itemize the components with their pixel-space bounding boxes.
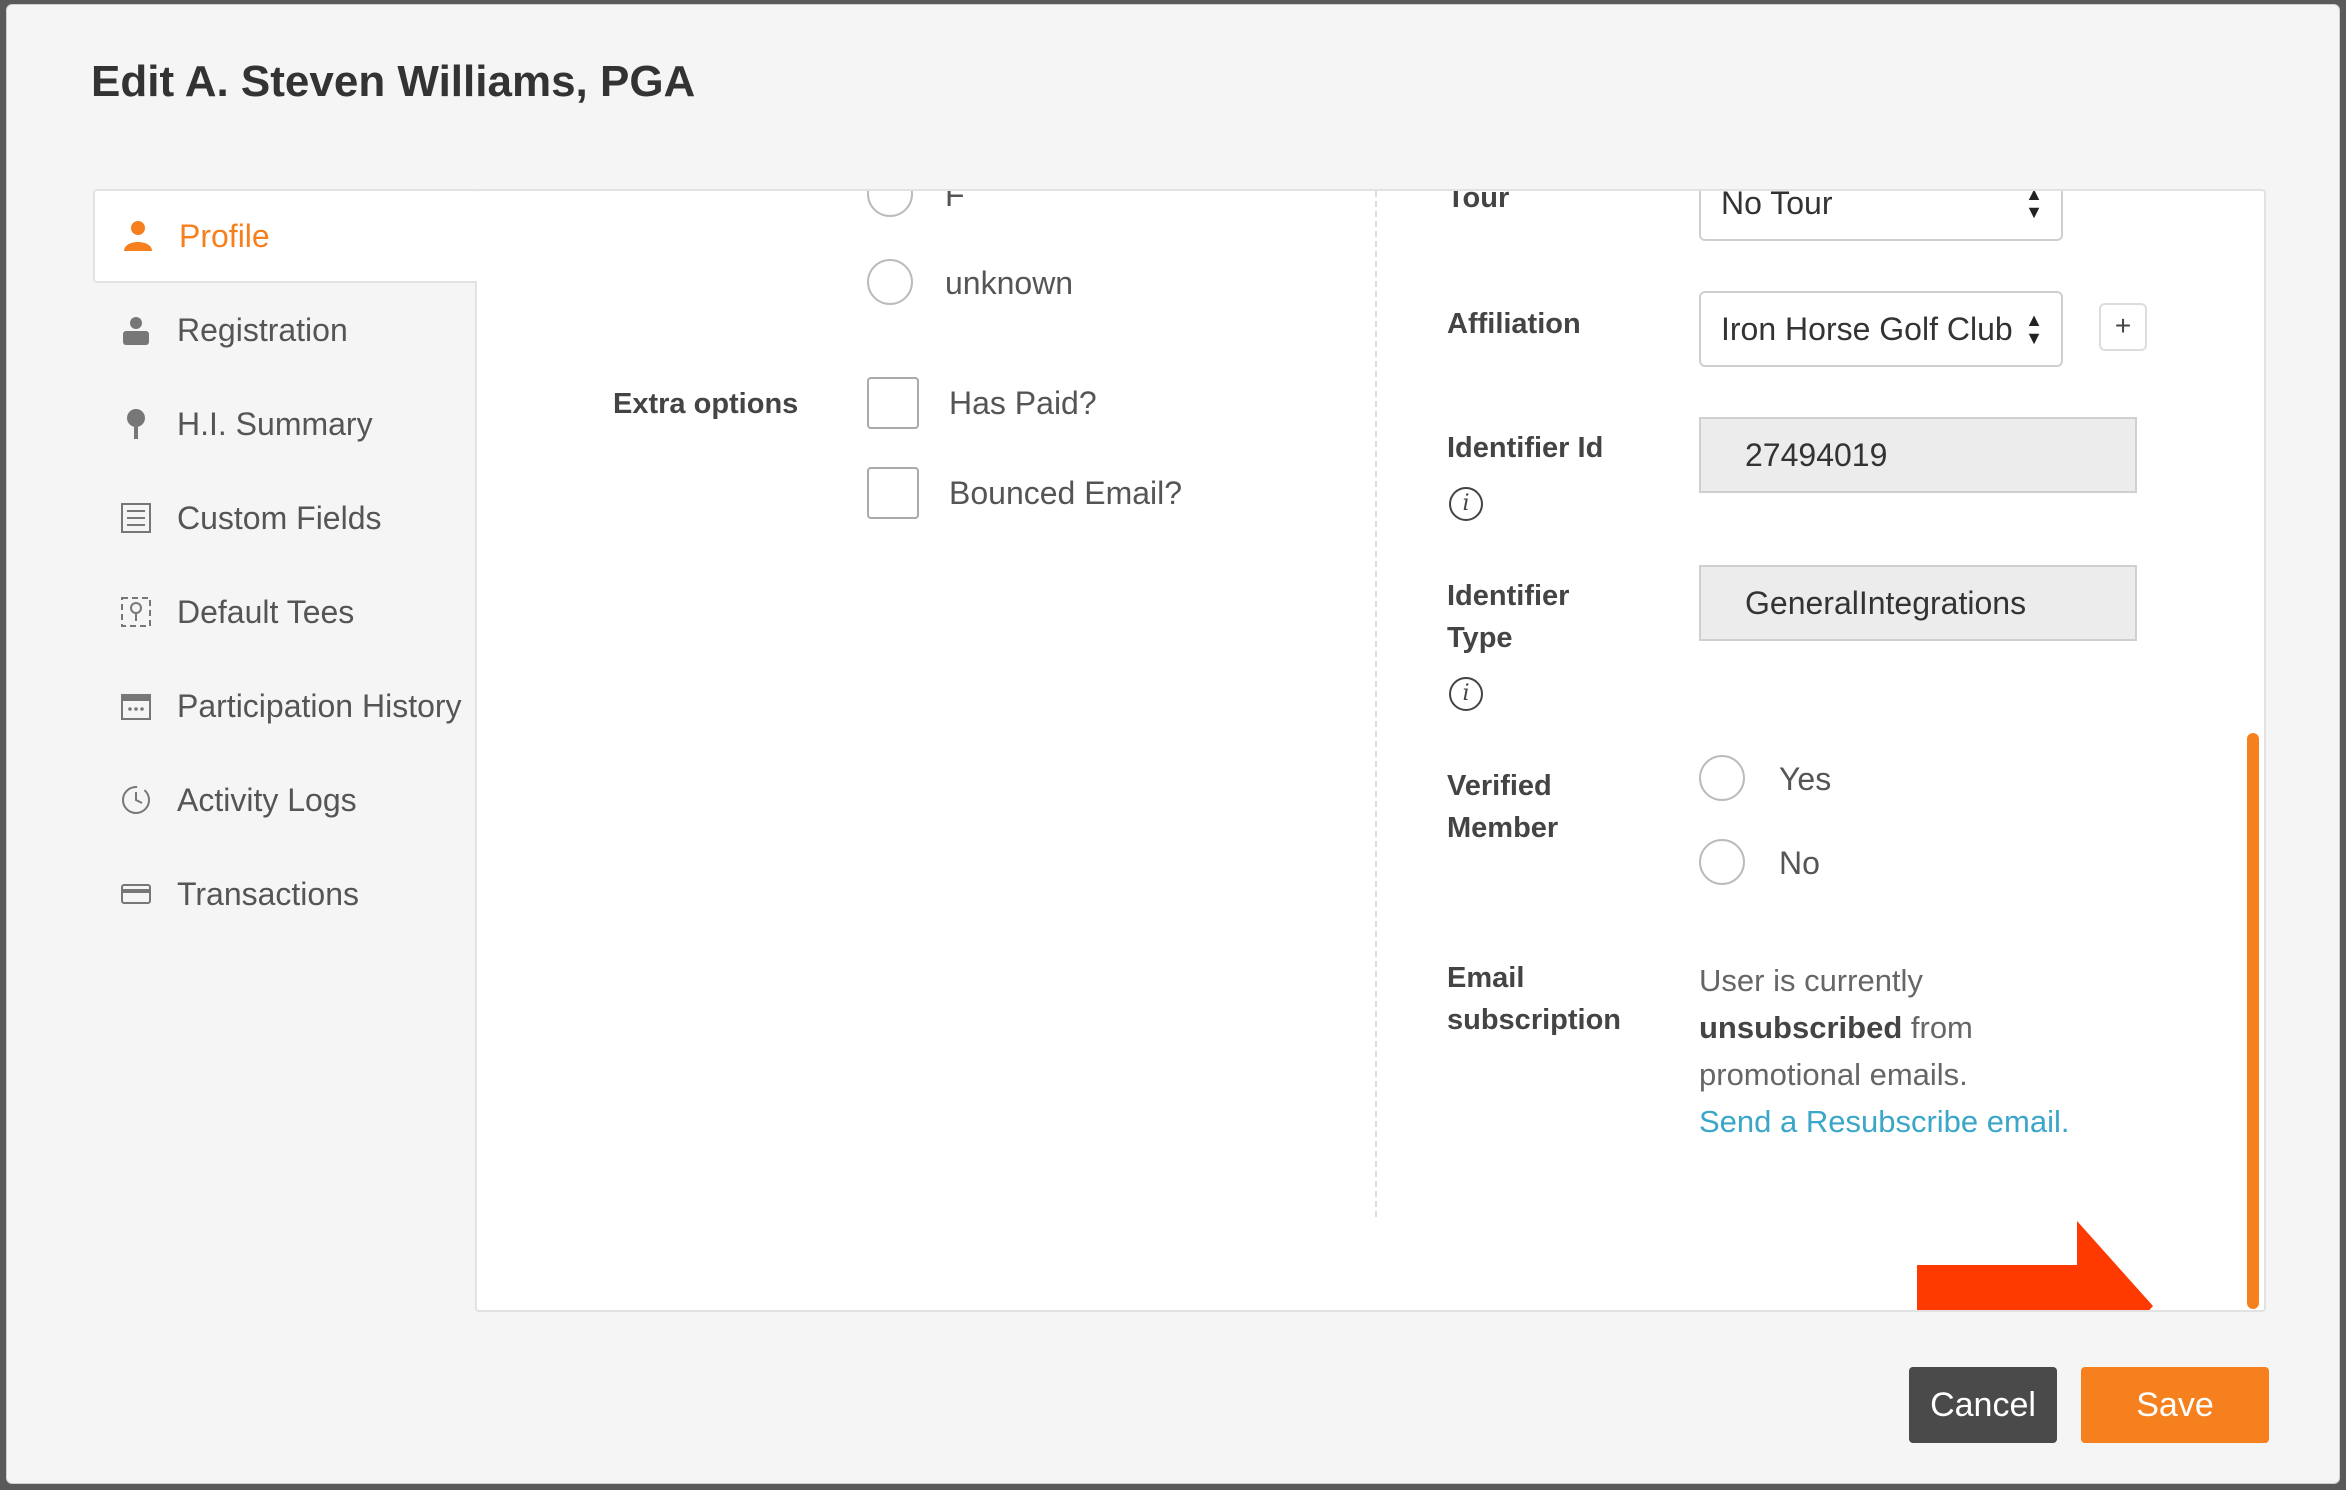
identifier-id-field[interactable]: 27494019	[1699, 417, 2137, 493]
tab-custom-fields[interactable]: Custom Fields	[93, 471, 477, 565]
select-arrows-icon: ▲ ▼	[2025, 310, 2043, 348]
bounced-email-checkbox[interactable]	[867, 467, 919, 519]
affiliation-select[interactable]: Iron Horse Golf Club ▲ ▼	[1699, 291, 2063, 367]
tab-label: Participation History	[177, 687, 462, 724]
affiliation-label: Affiliation	[1447, 308, 1581, 340]
tee-marker-icon	[119, 595, 153, 629]
info-icon[interactable]: i	[1449, 677, 1483, 711]
tab-participation-history[interactable]: Participation History	[93, 659, 477, 753]
subscription-status: User is currently unsubscribed from prom…	[1699, 957, 2119, 1145]
add-affiliation-button[interactable]: +	[2099, 303, 2147, 351]
golf-ball-tee-icon	[119, 407, 153, 441]
bounced-email-label: Bounced Email?	[949, 475, 1183, 511]
red-arrow-annotation	[1917, 1221, 2153, 1310]
id-badge-icon	[119, 313, 153, 347]
verified-no-radio[interactable]	[1699, 839, 1745, 885]
has-paid-checkbox[interactable]	[867, 377, 919, 429]
calendar-icon	[119, 689, 153, 723]
save-button[interactable]: Save	[2081, 1367, 2269, 1443]
list-icon	[119, 501, 153, 535]
tab-label: Profile	[179, 217, 270, 254]
has-paid-label: Has Paid?	[949, 385, 1097, 421]
verified-member-label: Member	[1447, 812, 1559, 844]
person-icon	[121, 219, 155, 253]
identifier-id-label: Identifier Id	[1447, 432, 1604, 464]
tab-label: Custom Fields	[177, 499, 382, 536]
tab-label: Default Tees	[177, 593, 355, 630]
email-subscription-label: Email	[1447, 962, 1525, 994]
tour-select[interactable]: No Tour ▲ ▼	[1699, 189, 2063, 241]
resubscribe-link[interactable]: Send a Resubscribe email.	[1699, 1104, 2069, 1139]
gender-option-label: F	[945, 189, 965, 213]
subscription-text: promotional emails.	[1699, 1057, 1968, 1092]
affiliation-value: Iron Horse Golf Club	[1721, 310, 2013, 347]
verified-no-label: No	[1779, 845, 1820, 881]
tab-profile[interactable]: Profile	[93, 189, 477, 283]
credit-card-icon	[119, 877, 153, 911]
tour-label: Tour	[1447, 189, 1510, 214]
verified-member-label: Verified	[1447, 770, 1552, 802]
tab-default-tees[interactable]: Default Tees	[93, 565, 477, 659]
tab-hi-summary[interactable]: H.I. Summary	[93, 377, 477, 471]
extra-options-label: Extra options	[613, 388, 799, 420]
column-divider	[1375, 191, 1377, 1217]
verified-yes-radio[interactable]	[1699, 755, 1745, 801]
tab-label: Transactions	[177, 875, 359, 912]
identifier-type-field[interactable]: GeneralIntegrations	[1699, 565, 2137, 641]
select-arrows-icon: ▲ ▼	[2025, 189, 2043, 222]
info-icon[interactable]: i	[1449, 487, 1483, 521]
cancel-button[interactable]: Cancel	[1909, 1367, 2057, 1443]
tour-value: No Tour	[1721, 189, 1833, 221]
edit-modal: Edit A. Steven Williams, PGA Profile Reg…	[6, 4, 2340, 1484]
modal-title: Edit A. Steven Williams, PGA	[91, 57, 696, 106]
tab-activity-logs[interactable]: Activity Logs	[93, 753, 477, 847]
profile-panel: F unknown Extra options Has Paid? Bounce…	[475, 189, 2266, 1312]
tab-transactions[interactable]: Transactions	[93, 847, 477, 941]
subscription-text: User is currently	[1699, 963, 1923, 998]
tab-label: Activity Logs	[177, 781, 357, 818]
tab-label: Registration	[177, 311, 348, 348]
subscription-text: from	[1902, 1010, 1973, 1045]
gender-radio-unknown[interactable]	[867, 259, 913, 305]
email-subscription-label: subscription	[1447, 1004, 1622, 1036]
subscription-state: unsubscribed	[1699, 1010, 1903, 1045]
tab-registration[interactable]: Registration	[93, 283, 477, 377]
gender-radio-f[interactable]	[867, 191, 913, 217]
gender-option-label: unknown	[945, 265, 1074, 301]
identifier-type-label: Identifier	[1447, 580, 1570, 612]
clock-icon	[119, 783, 153, 817]
identifier-type-label: Type	[1447, 622, 1513, 654]
scrollbar[interactable]	[2247, 733, 2259, 1309]
tab-label: H.I. Summary	[177, 405, 373, 442]
verified-yes-label: Yes	[1779, 761, 1832, 797]
